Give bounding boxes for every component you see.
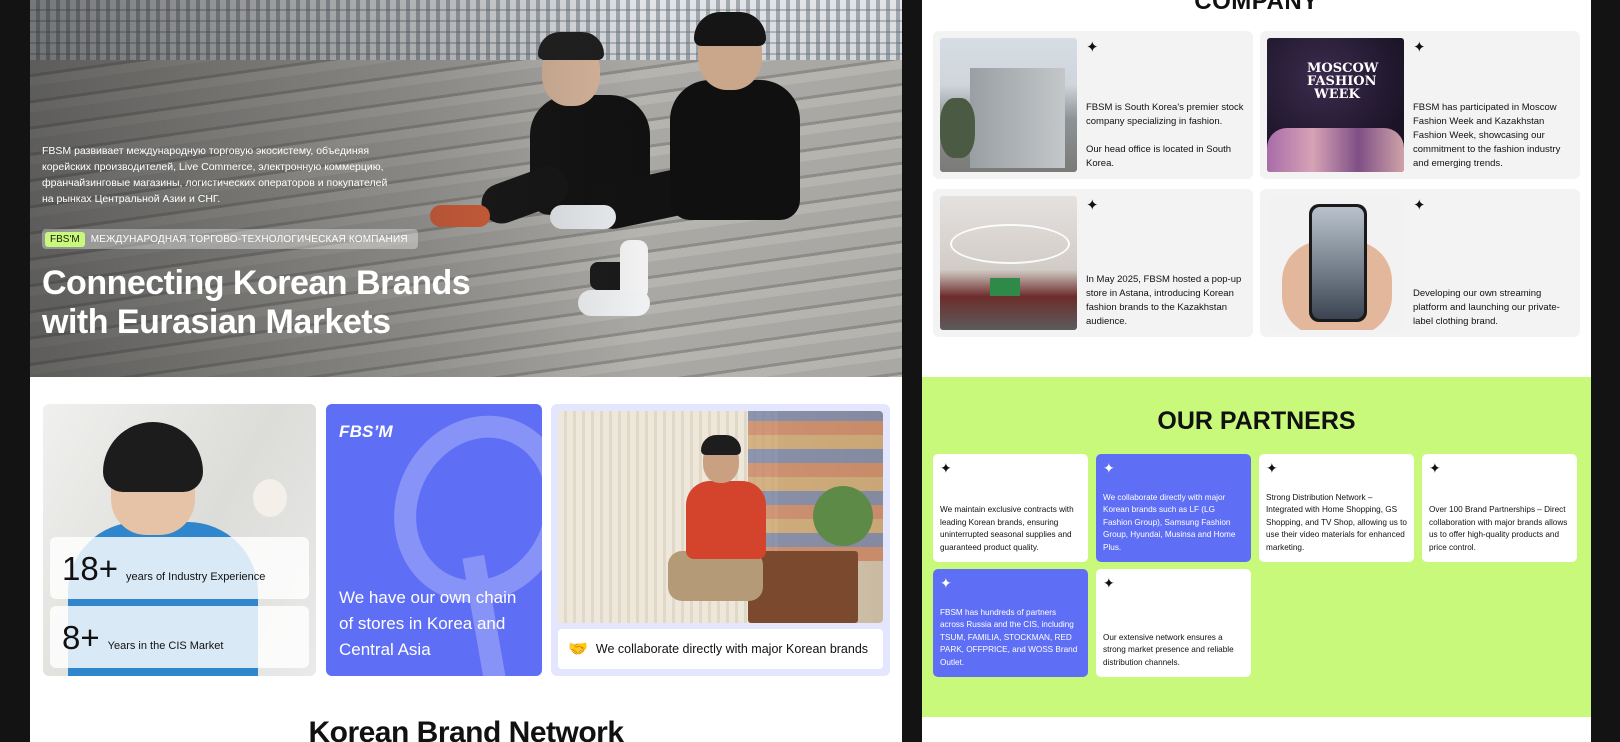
- stores-message: We have our own chain of stores in Korea…: [339, 588, 517, 659]
- partner-card-text: Strong Distribution Network – Integrated…: [1266, 492, 1407, 552]
- company-card-streaming: ✦ Developing our own streaming platform …: [1260, 189, 1580, 337]
- badge-text: МЕЖДУНАРОДНАЯ ТОРГОВО-ТЕХНОЛОГИЧЕСКАЯ КО…: [90, 233, 408, 245]
- model-photo: [558, 411, 883, 623]
- fashion-week-photo: MOSCOW FASHION WEEK: [1267, 38, 1404, 172]
- partner-card: ✦ We collaborate directly with major Kor…: [1096, 454, 1251, 562]
- sparkle-icon: ✦: [1413, 197, 1426, 214]
- company-card-text: In May 2025, FBSM hosted a pop-up store …: [1086, 274, 1242, 327]
- sparkle-icon: ✦: [1086, 197, 1099, 214]
- sparkle-icon: ✦: [1086, 39, 1099, 56]
- partners-section: OUR PARTNERS ✦ We maintain exclusive con…: [922, 377, 1591, 717]
- section-title-network: Korean Brand Network: [308, 716, 624, 742]
- collaboration-card: 🤝 We collaborate directly with major Kor…: [551, 404, 890, 676]
- company-card-text: Developing our own streaming platform an…: [1413, 288, 1560, 327]
- sparkle-icon: ✦: [1103, 575, 1115, 591]
- sparkle-icon: ✦: [1429, 460, 1441, 476]
- hero-description: FBSM развивает международную торговую эк…: [42, 145, 388, 205]
- fashion-week-sign: MOSCOW FASHION WEEK: [1307, 61, 1379, 102]
- stat-years-experience: 18+ years of Industry Experience: [50, 537, 309, 599]
- brand-logo: FBS’M: [339, 422, 393, 441]
- stat-years-cis: 8+ Years in the CIS Market: [50, 606, 309, 668]
- brand-tag: FBS'M: [45, 231, 85, 247]
- streaming-phone-photo: [1267, 196, 1404, 330]
- hero-section: FBSM развивает международную торговую эк…: [30, 0, 902, 377]
- sparkle-icon: ✦: [940, 575, 952, 591]
- partner-card-text: Over 100 Brand Partnerships – Direct col…: [1429, 505, 1568, 552]
- section-title-company: COMPANY: [1194, 0, 1319, 15]
- company-card-office: ✦ FBSM is South Korea's premier stock co…: [933, 31, 1253, 179]
- office-photo: [940, 38, 1077, 172]
- partner-card: ✦ We maintain exclusive contracts with l…: [933, 454, 1088, 562]
- stat-label: years of Industry Experience: [125, 571, 266, 583]
- stat-label: Years in the CIS Market: [107, 640, 224, 652]
- hero-title: Connecting Korean Brands with Eurasian M…: [42, 264, 471, 341]
- landing-page-left: FBSM развивает международную торговую эк…: [30, 0, 902, 742]
- sparkle-icon: ✦: [940, 460, 952, 476]
- experience-card: 18+ years of Industry Experience 8+ Year…: [43, 404, 316, 676]
- partner-card-text: We maintain exclusive contracts with lea…: [940, 505, 1074, 552]
- sparkle-icon: ✦: [1266, 460, 1278, 476]
- stores-card: FBS’M We have our own chain of stores in…: [326, 404, 542, 676]
- collaboration-text: We collaborate directly with major Korea…: [595, 642, 869, 656]
- partner-card: ✦ Our extensive network ensures a strong…: [1096, 569, 1251, 677]
- partner-card: ✦ Over 100 Brand Partnerships – Direct c…: [1422, 454, 1577, 562]
- partner-card: ✦ FBSM has hundreds of partners across R…: [933, 569, 1088, 677]
- stat-number: 8+: [62, 619, 100, 656]
- section-title-partners: OUR PARTNERS: [1157, 407, 1356, 435]
- company-card-text: FBSM has participated in Moscow Fashion …: [1413, 102, 1561, 169]
- handshake-icon: 🤝: [568, 641, 588, 658]
- company-badge: FBS'M МЕЖДУНАРОДНАЯ ТОРГОВО-ТЕХНОЛОГИЧЕС…: [42, 229, 418, 249]
- popup-store-photo: [940, 196, 1077, 330]
- sparkle-icon: ✦: [1413, 39, 1426, 56]
- sparkle-icon: ✦: [1103, 460, 1115, 476]
- landing-page-right: COMPANY ✦ FBSM is South Korea's premier …: [922, 0, 1591, 742]
- company-card-text: FBSM is South Korea's premier stock comp…: [1086, 102, 1244, 169]
- company-card-fashion-week: MOSCOW FASHION WEEK ✦ FBSM has participa…: [1260, 31, 1580, 179]
- collaboration-strip: 🤝 We collaborate directly with major Kor…: [558, 629, 883, 669]
- partner-card: ✦ Strong Distribution Network – Integrat…: [1259, 454, 1414, 562]
- stat-number: 18+: [62, 550, 118, 587]
- partner-card-text: We collaborate directly with major Korea…: [1103, 492, 1236, 552]
- partner-card-text: FBSM has hundreds of partners across Rus…: [940, 607, 1078, 667]
- partner-card-text: Our extensive network ensures a strong m…: [1103, 632, 1234, 667]
- company-card-popup-store: ✦ In May 2025, FBSM hosted a pop-up stor…: [933, 189, 1253, 337]
